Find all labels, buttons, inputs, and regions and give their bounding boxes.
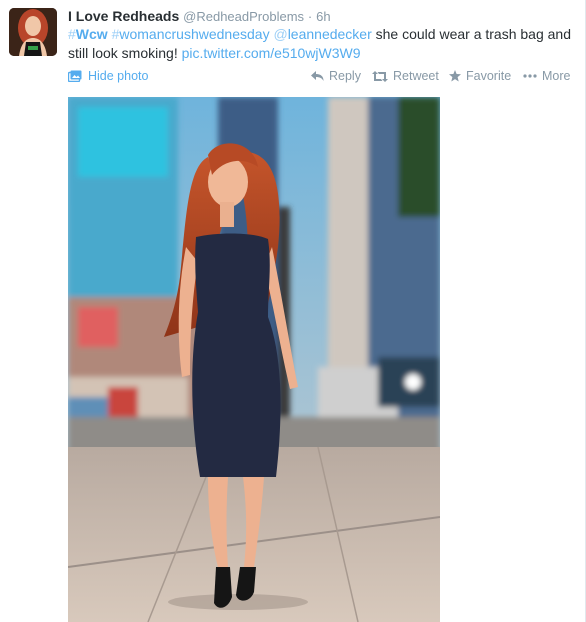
tweet-photo[interactable] (68, 97, 440, 622)
hashtag-label: Wcw (75, 26, 108, 42)
mention-label: leannedecker (287, 26, 372, 42)
reply-button[interactable]: Reply (311, 69, 361, 83)
tweet-screenname[interactable]: @RedheadProblems (183, 9, 304, 24)
tweet-header: I Love Redheads @RedheadProblems · 6h (68, 7, 576, 26)
more-dots-icon (523, 74, 537, 78)
tweet-fullname[interactable]: I Love Redheads (68, 8, 179, 24)
mention-leannedecker[interactable]: @leannedecker (273, 26, 371, 42)
more-label: More (542, 69, 571, 83)
tweet-text: #Wcw #womancrushwednesday @leannedecker … (68, 25, 578, 63)
hashtag-wcw[interactable]: #Wcw (68, 26, 108, 42)
hide-photo-button[interactable]: Hide photo (68, 69, 148, 83)
mention-symbol: @ (273, 26, 288, 42)
star-icon (449, 70, 461, 82)
reply-label: Reply (329, 69, 361, 83)
more-button[interactable]: More (523, 69, 570, 83)
tweet-timestamp[interactable]: 6h (316, 9, 330, 24)
tweet-actions: Hide photo Reply Retweet Favorite More (68, 69, 574, 87)
favorite-button[interactable]: Favorite (449, 69, 511, 83)
hashtag-symbol: # (68, 26, 76, 42)
hashtag-womancrushwednesday[interactable]: #womancrushwednesday (112, 26, 270, 42)
retweet-button[interactable]: Retweet (372, 69, 439, 83)
avatar[interactable] (9, 8, 57, 56)
reply-icon (311, 70, 324, 81)
retweet-icon (372, 70, 388, 82)
favorite-label: Favorite (466, 69, 512, 83)
header-separator: · (307, 9, 313, 24)
photo-icon (68, 70, 82, 82)
hide-photo-label: Hide photo (88, 69, 149, 83)
hashtag-label: womancrushwednesday (119, 26, 270, 42)
pic-link[interactable]: pic.twitter.com/e510wjW3W9 (182, 45, 361, 61)
retweet-label: Retweet (393, 69, 439, 83)
